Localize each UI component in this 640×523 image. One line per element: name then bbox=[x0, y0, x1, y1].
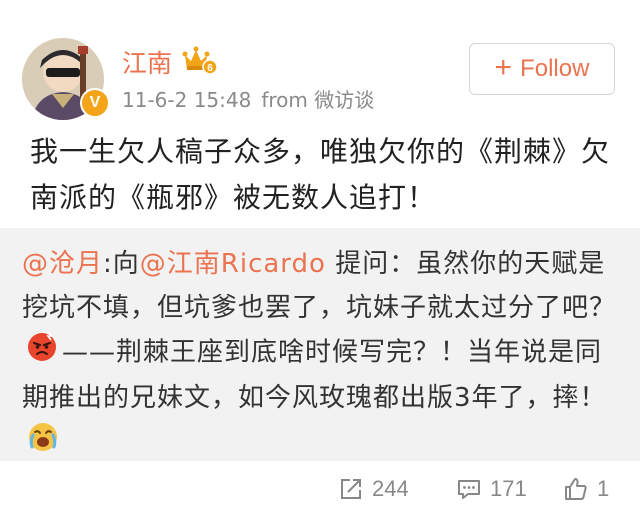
follow-button[interactable]: + Follow bbox=[469, 43, 615, 95]
mention-link-author[interactable]: @沧月 bbox=[22, 249, 103, 279]
comment-icon bbox=[458, 480, 480, 499]
follow-label: Follow bbox=[520, 55, 590, 82]
weibo-post: V 江南 6 11-6-2 15:48 from 微访谈 + Follow 我一生… bbox=[0, 0, 640, 523]
username[interactable]: 江南 bbox=[122, 44, 172, 80]
post-timestamp: 11-6-2 15:48 bbox=[122, 88, 252, 112]
post-header: V 江南 6 11-6-2 15:48 from 微访谈 + Follow bbox=[0, 0, 640, 120]
post-meta: 11-6-2 15:48 from 微访谈 bbox=[122, 84, 374, 113]
mention-link-target[interactable]: @江南Ricardo bbox=[140, 249, 326, 279]
verified-badge-icon: V bbox=[80, 88, 110, 118]
post-text: 我一生欠人稿子众多，唯独欠你的《荆棘》欠南派的《瓶邪》被无数人追打！ bbox=[30, 135, 611, 214]
angry-face-icon bbox=[26, 330, 58, 376]
repost-card[interactable]: @沧月:向@江南Ricardo 提问：虽然你的天赋是挖坑不填，但坑爹也罢了，坑妹… bbox=[0, 228, 640, 461]
plus-icon: + bbox=[494, 50, 513, 84]
like-button[interactable]: 1 bbox=[563, 469, 609, 509]
like-count: 1 bbox=[597, 476, 610, 501]
action-bar: 244 171 1 bbox=[0, 461, 640, 523]
crying-face-icon bbox=[26, 420, 60, 466]
repost-to-label: :向 bbox=[103, 249, 140, 279]
repost-question-part2: ——荆棘王座到底啥时候写完？！当年说是同期推出的兄妹文，如今风玫瑰都出版3年了，… bbox=[22, 337, 607, 414]
post-source[interactable]: from 微访谈 bbox=[261, 88, 374, 112]
share-icon bbox=[341, 479, 361, 499]
repost-count: 244 bbox=[372, 476, 409, 501]
repost-button[interactable]: 244 bbox=[338, 469, 409, 509]
member-crown-icon[interactable]: 6 bbox=[182, 45, 218, 75]
repost-text: @沧月:向@江南Ricardo 提问：虽然你的天赋是挖坑不填，但坑爹也罢了，坑妹… bbox=[22, 242, 622, 466]
comment-count: 171 bbox=[490, 476, 527, 501]
svg-text:6: 6 bbox=[207, 63, 213, 74]
comment-button[interactable]: 171 bbox=[456, 469, 527, 509]
thumbs-up-icon bbox=[565, 478, 587, 500]
